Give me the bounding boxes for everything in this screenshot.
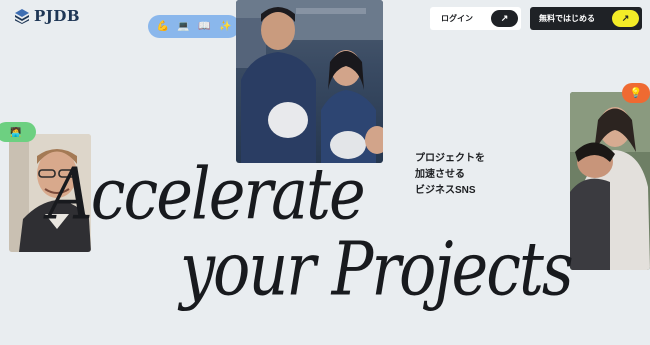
brand-logo[interactable]: PJDB [14, 7, 80, 25]
signup-button[interactable]: 無料ではじめる ↗ [530, 7, 642, 30]
laptop-icon: 💻 [177, 21, 190, 32]
logo-text: PJDB [34, 7, 81, 25]
tagline-line-1: プロジェクトを [415, 153, 485, 164]
login-button[interactable]: ログイン ↗ [430, 7, 521, 30]
light-bulb-icon: 💡 [629, 87, 643, 99]
headline-line-2: your Projects [180, 225, 574, 313]
developer-icon: 🧑‍💻 [10, 126, 22, 137]
emoji-pill: 💪 💻 📖 ✨ [148, 15, 240, 38]
book-icon: 📖 [198, 21, 211, 32]
signup-label: 無料ではじめる [539, 14, 595, 23]
team-photo [570, 92, 650, 270]
arrow-up-right-icon: ↗ [612, 10, 639, 27]
flexed-biceps-icon: 💪 [156, 21, 169, 32]
login-label: ログイン [441, 14, 473, 23]
arrow-up-right-icon: ↗ [491, 10, 518, 27]
developer-badge: 🧑‍💻 [0, 122, 36, 142]
tagline-line-3: ビジネスSNS [415, 185, 476, 196]
sparkles-icon: ✨ [219, 21, 232, 32]
logo-mark-icon [15, 9, 29, 24]
tagline-line-2: 加速させる [415, 169, 465, 180]
headline-line-1: Accelerate [48, 152, 366, 236]
tagline: プロジェクトを 加速させる ビジネスSNS [415, 151, 485, 199]
workers-photo [236, 0, 383, 163]
idea-badge: 💡 [622, 83, 650, 103]
